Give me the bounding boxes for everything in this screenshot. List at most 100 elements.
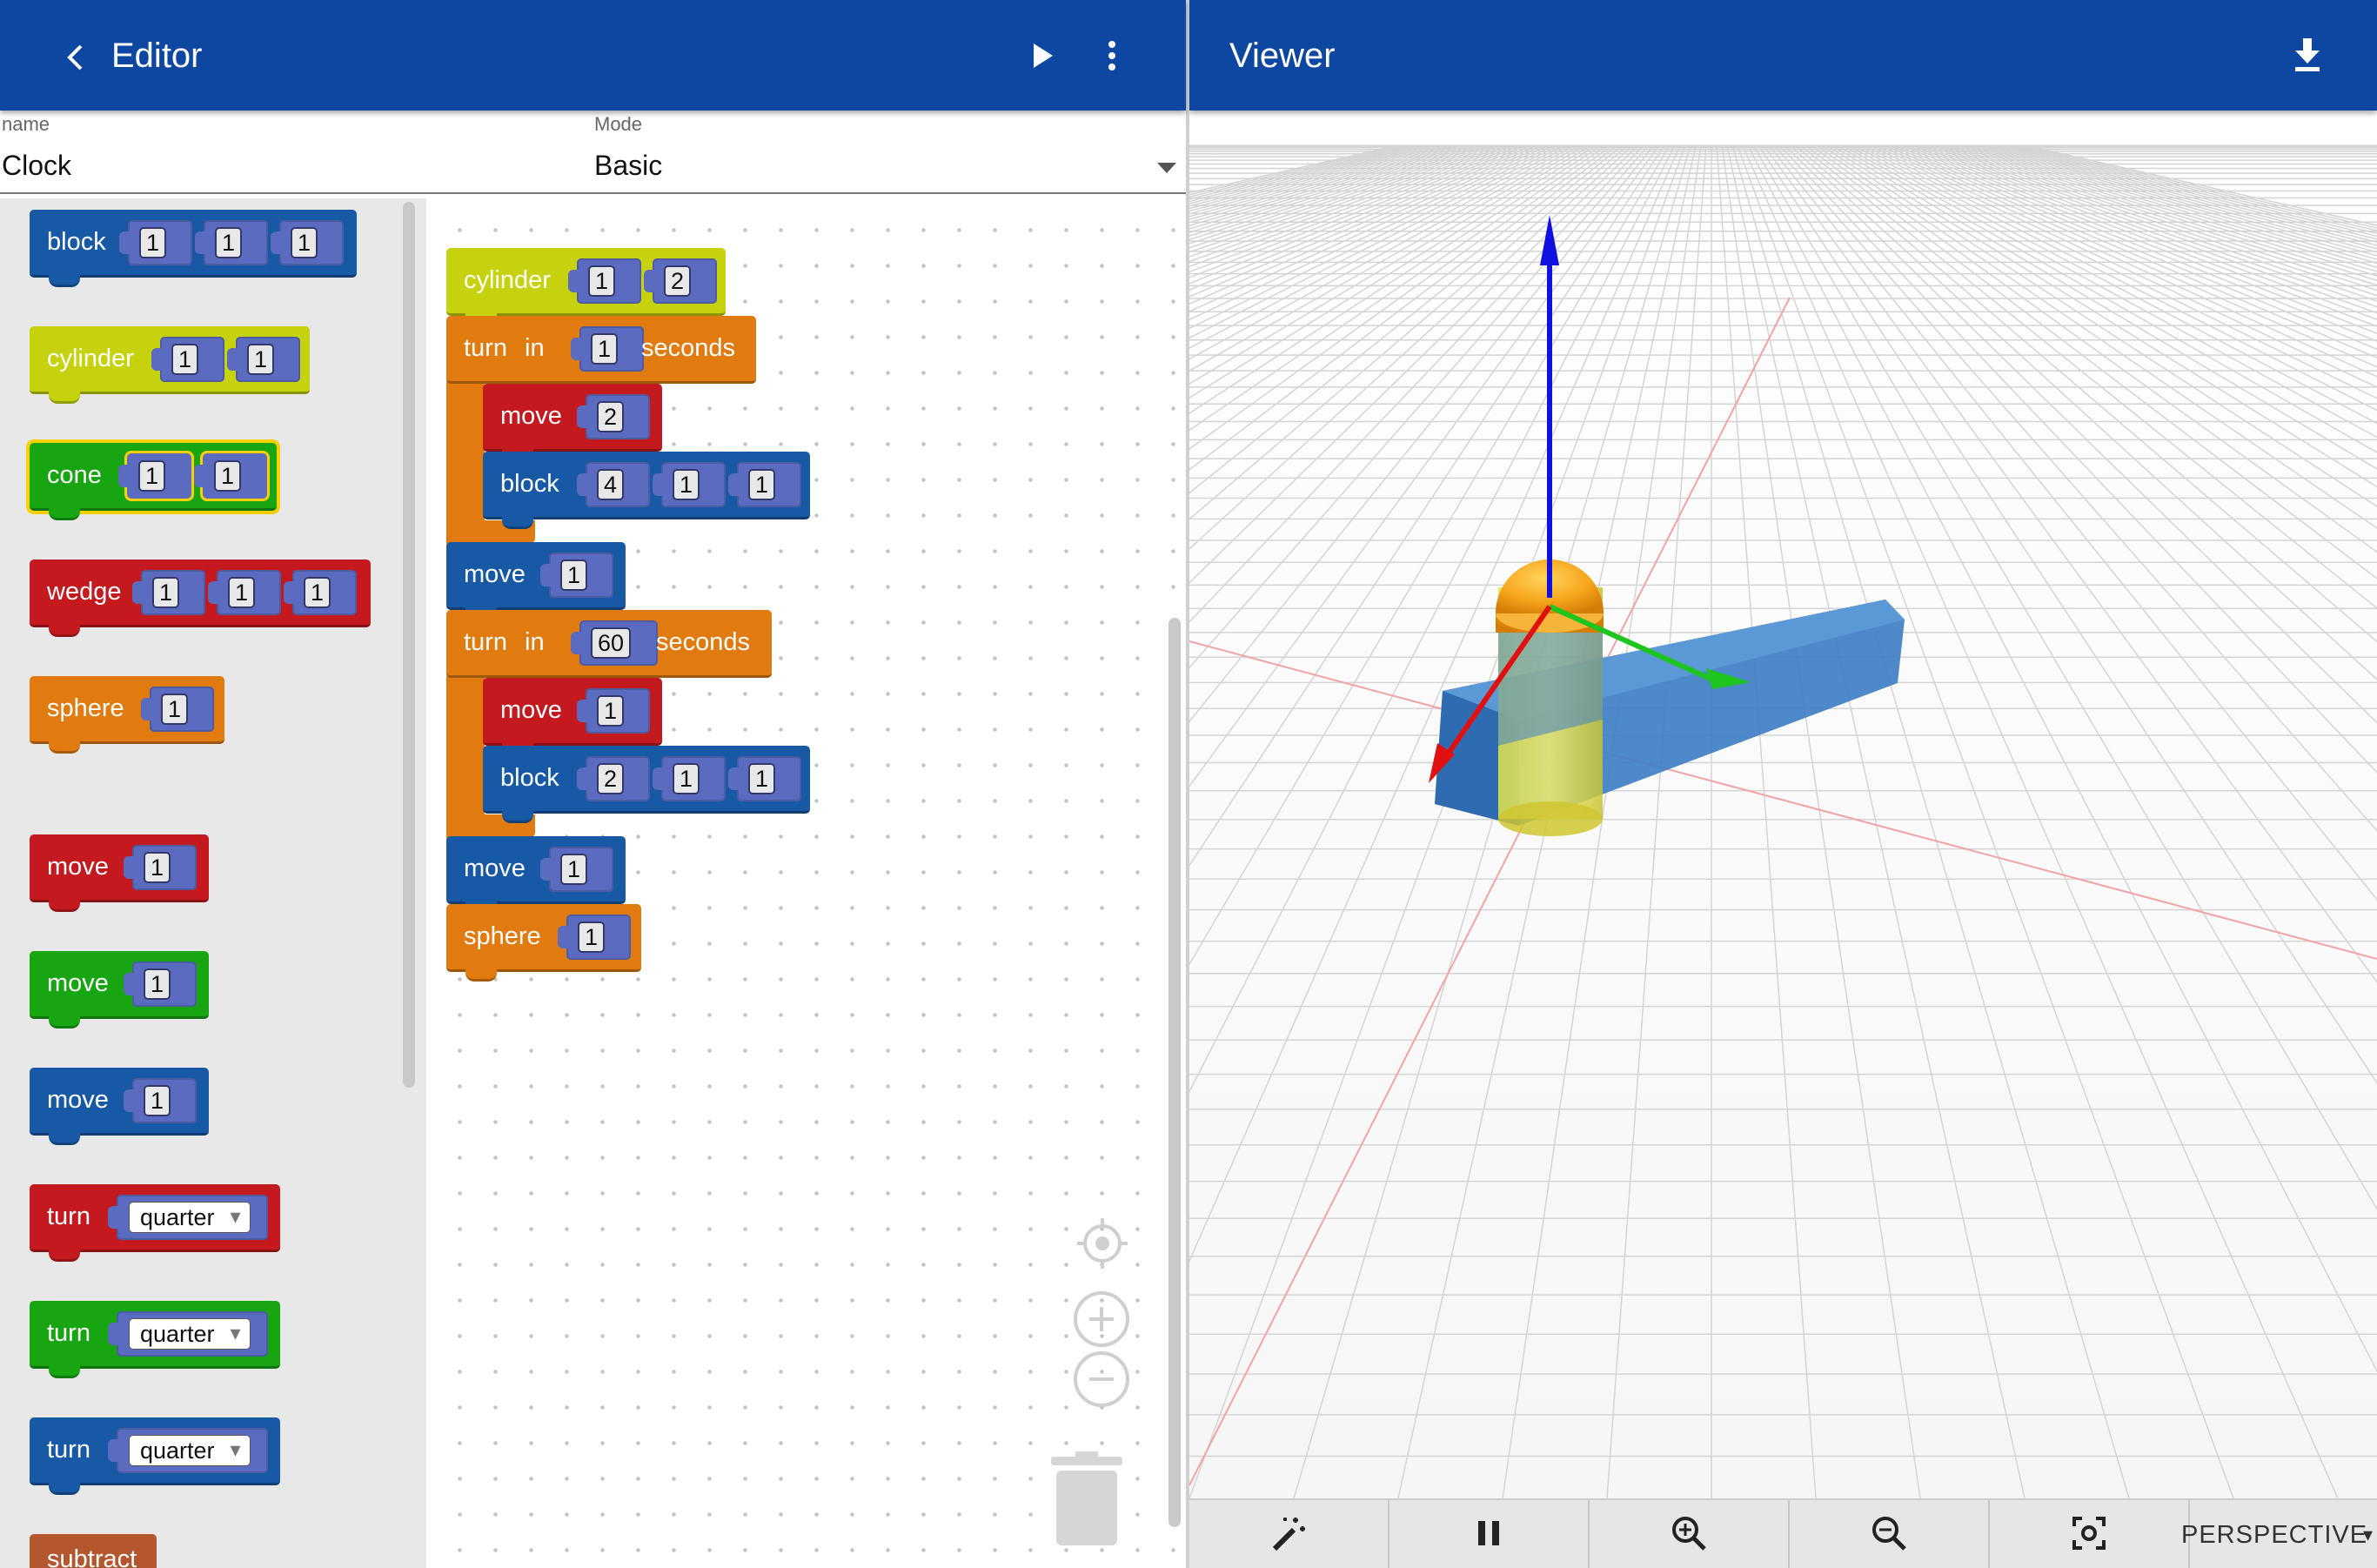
value-input[interactable]: 1 — [118, 453, 191, 499]
number-field[interactable]: 2 — [597, 401, 625, 432]
number-field[interactable]: 1 — [171, 344, 199, 375]
toolbox-scrollbar[interactable] — [403, 202, 415, 1088]
number-field[interactable]: 60 — [591, 627, 632, 659]
number-field[interactable]: 1 — [144, 1085, 171, 1116]
value-input[interactable]: 1 — [151, 337, 224, 382]
number-field[interactable]: 1 — [247, 344, 275, 375]
number-field[interactable]: 1 — [161, 694, 189, 725]
number-field[interactable]: 1 — [578, 921, 606, 953]
value-input[interactable]: 1 — [728, 756, 801, 801]
toolbox-block-turn-blue[interactable]: turn quarter — [30, 1417, 280, 1495]
number-field[interactable]: 1 — [144, 852, 171, 883]
3d-scene-canvas[interactable] — [1189, 111, 2377, 1498]
value-input[interactable]: 1 — [653, 462, 726, 507]
value-input[interactable]: 1 — [124, 962, 197, 1007]
value-input[interactable]: 1 — [208, 570, 281, 615]
name-input[interactable]: Clock — [2, 150, 71, 182]
number-field[interactable]: 1 — [588, 265, 616, 297]
quarter-dropdown[interactable]: quarter — [129, 1318, 251, 1350]
number-field[interactable]: 1 — [215, 227, 243, 258]
value-input[interactable]: 1 — [558, 915, 631, 960]
value-input[interactable]: 1 — [194, 453, 267, 499]
toolbox-block-move-blue[interactable]: move 1 — [30, 1068, 209, 1145]
ws-move-block-inner[interactable]: move 2 — [483, 384, 662, 461]
toolbox-block-wedge[interactable]: wedge 1 1 1 — [30, 560, 371, 637]
ws-move-block-inner[interactable]: move 1 — [483, 678, 662, 755]
toolbox-block-block[interactable]: block 1 1 1 — [30, 210, 357, 287]
value-input[interactable]: 1 — [728, 462, 801, 507]
number-field[interactable]: 1 — [673, 469, 700, 500]
value-input[interactable]: 1 — [124, 845, 197, 890]
camera-mode-select[interactable]: PERSPECTIVE ▾ — [2181, 1500, 2377, 1568]
zoom-in-button[interactable] — [1590, 1500, 1790, 1568]
value-input[interactable]: 1 — [540, 847, 613, 892]
value-input[interactable]: 1 — [577, 688, 650, 734]
ws-move-block[interactable]: move 1 — [446, 542, 626, 620]
value-input[interactable]: 1 — [571, 326, 644, 372]
recenter-icon[interactable] — [1075, 1216, 1129, 1275]
dropdown-input[interactable]: quarter — [108, 1428, 268, 1473]
number-field[interactable]: 2 — [597, 763, 625, 794]
value-input[interactable]: 1 — [195, 220, 268, 265]
value-input[interactable]: 2 — [577, 756, 650, 801]
value-input[interactable]: 60 — [571, 620, 658, 666]
center-view-button[interactable] — [1990, 1500, 2190, 1568]
value-input[interactable]: 1 — [284, 570, 357, 615]
number-field[interactable]: 1 — [304, 577, 331, 608]
number-field[interactable]: 1 — [214, 460, 242, 492]
value-input[interactable]: 2 — [644, 258, 717, 304]
ws-block-block-inner[interactable]: block 2 1 1 — [483, 746, 810, 823]
value-input[interactable]: 1 — [227, 337, 300, 382]
value-input[interactable]: 2 — [577, 394, 650, 439]
number-field[interactable]: 1 — [560, 560, 588, 591]
ws-cylinder-block[interactable]: cylinder 1 2 — [446, 248, 726, 325]
quarter-dropdown[interactable]: quarter — [129, 1435, 251, 1466]
toolbox-block-move-green[interactable]: move 1 — [30, 951, 209, 1029]
value-input[interactable]: 1 — [568, 258, 641, 304]
ws-turn-block[interactable]: turn in 60 seconds — [446, 610, 772, 678]
number-field[interactable]: 1 — [139, 227, 167, 258]
ws-block-block-inner[interactable]: block 4 1 1 — [483, 452, 810, 529]
workspace-scrollbar[interactable] — [1168, 618, 1181, 1527]
number-field[interactable]: 1 — [673, 763, 700, 794]
value-input[interactable]: 1 — [132, 570, 205, 615]
ws-move-block[interactable]: move 1 — [446, 836, 626, 914]
number-field[interactable]: 1 — [560, 854, 588, 885]
mode-dropdown-arrow-icon[interactable] — [1157, 162, 1176, 178]
toolbox-block-subtract[interactable]: subtract — [30, 1534, 157, 1568]
value-input[interactable]: 1 — [653, 756, 726, 801]
more-vert-icon[interactable] — [1093, 35, 1131, 77]
magic-wand-button[interactable] — [1189, 1500, 1389, 1568]
toolbox-block-turn-red[interactable]: turn quarter — [30, 1184, 280, 1262]
number-field[interactable]: 1 — [138, 460, 166, 492]
dropdown-input[interactable]: quarter — [108, 1195, 268, 1240]
ws-sphere-block[interactable]: sphere 1 — [446, 904, 641, 982]
value-input[interactable]: 1 — [540, 553, 613, 598]
value-input[interactable]: 1 — [124, 1078, 197, 1123]
number-field[interactable]: 1 — [144, 968, 171, 1000]
zoom-out-button[interactable] — [1790, 1500, 1990, 1568]
value-input[interactable]: 4 — [577, 462, 650, 507]
pause-button[interactable] — [1389, 1500, 1590, 1568]
toolbox-block-cone[interactable]: cone 1 1 — [30, 443, 277, 520]
back-arrow-icon[interactable] — [56, 38, 94, 77]
number-field[interactable]: 1 — [152, 577, 180, 608]
zoom-in-icon[interactable] — [1074, 1291, 1129, 1347]
number-field[interactable]: 1 — [591, 333, 619, 365]
zoom-out-icon[interactable] — [1074, 1351, 1129, 1407]
number-field[interactable]: 1 — [228, 577, 256, 608]
toolbox-block-move-red[interactable]: move 1 — [30, 834, 209, 912]
play-icon[interactable] — [1021, 35, 1063, 77]
value-input[interactable]: 1 — [119, 220, 192, 265]
number-field[interactable]: 1 — [291, 227, 318, 258]
ws-turn-block[interactable]: turn in 1 seconds — [446, 316, 756, 384]
download-icon[interactable] — [2286, 33, 2329, 77]
dropdown-input[interactable]: quarter — [108, 1311, 268, 1357]
value-input[interactable]: 1 — [141, 687, 214, 732]
toolbox-block-sphere[interactable]: sphere 1 — [30, 676, 224, 754]
toolbox-block-cylinder[interactable]: cylinder 1 1 — [30, 326, 310, 404]
number-field[interactable]: 1 — [748, 469, 776, 500]
toolbox-block-turn-green[interactable]: turn quarter — [30, 1301, 280, 1378]
quarter-dropdown[interactable]: quarter — [129, 1202, 251, 1233]
value-input[interactable]: 1 — [271, 220, 344, 265]
